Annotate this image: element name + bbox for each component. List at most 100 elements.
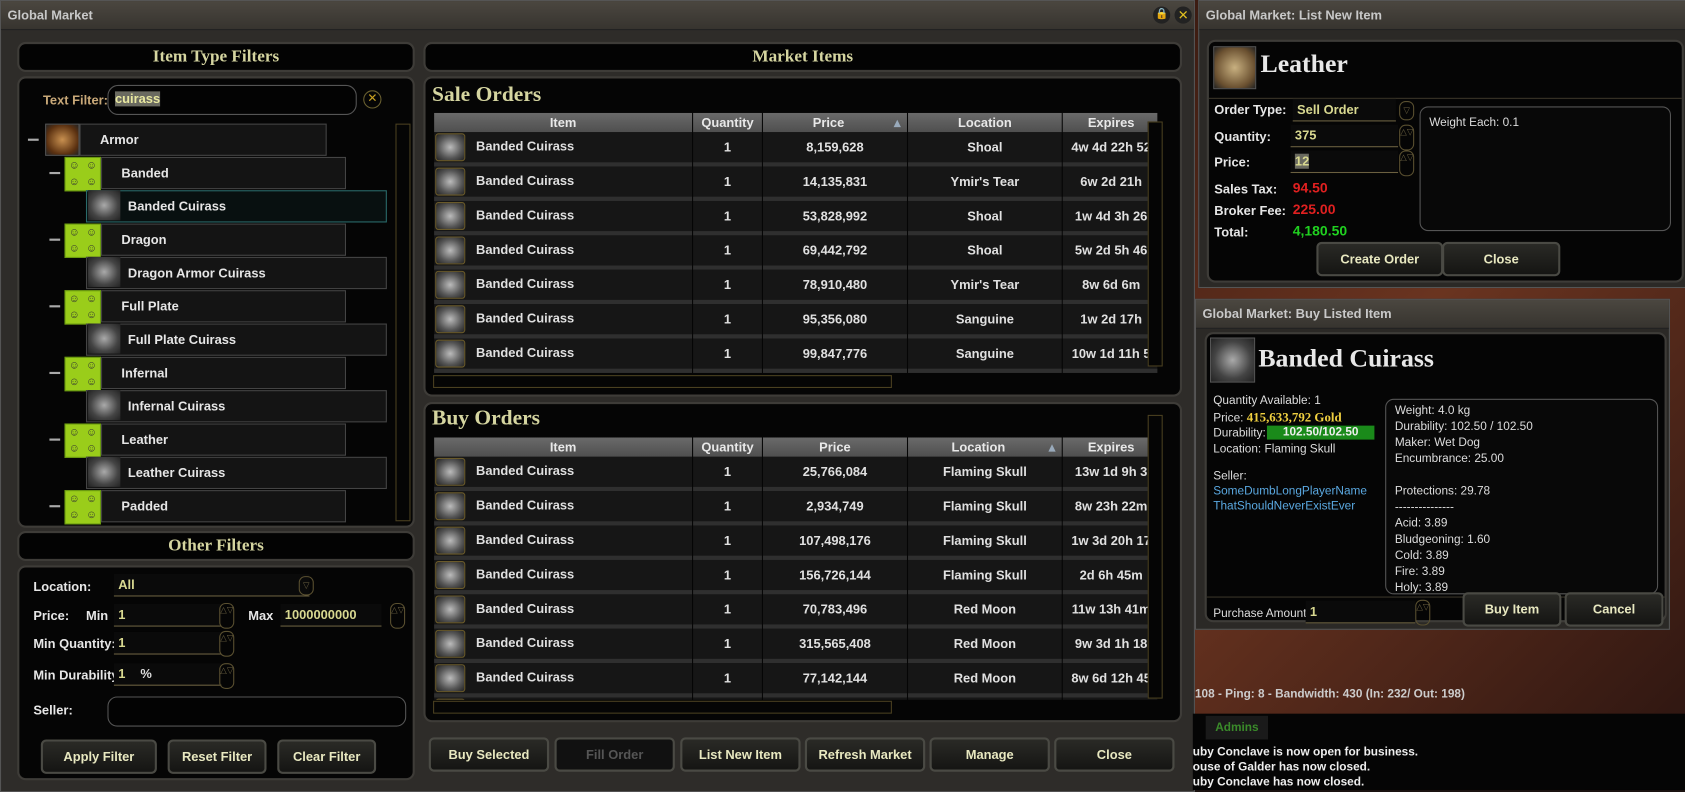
cell-location: Sanguine (908, 304, 1062, 339)
clear-filter-button[interactable]: Clear Filter (277, 739, 377, 774)
tree-item[interactable]: Leather (101, 423, 347, 456)
buy-item-button[interactable]: Buy Item (1462, 592, 1562, 627)
purchase-amount-stepper[interactable]: △▽ (1415, 599, 1431, 626)
tree-item[interactable]: Infernal Cuirass (85, 390, 387, 423)
table-row[interactable]: Banded Cuirass 1 99,847,776 Sanguine 10w 1d … (434, 338, 1158, 373)
cancel-button[interactable]: Cancel (1564, 592, 1664, 627)
tree-item[interactable]: Banded (101, 156, 347, 190)
tree-item[interactable]: Dragon (101, 223, 347, 256)
table-row[interactable]: Banded Cuirass 1 78,910,480 Ymir's Tear 8w 6… (434, 269, 1158, 305)
manage-button[interactable]: Manage (929, 737, 1050, 772)
table-row[interactable]: Banded Cuirass 1 8,159,628 Shoal 4w 4d 22h 5… (434, 132, 1158, 167)
collapse-icon[interactable] (49, 238, 61, 241)
apply-filter-button[interactable]: Apply Filter (40, 739, 157, 774)
column-header-price[interactable]: Price ▴ (762, 112, 907, 133)
collapse-icon[interactable] (49, 438, 61, 441)
price-min-input[interactable]: 1 (113, 604, 222, 627)
collapse-icon[interactable] (49, 171, 61, 175)
column-header-expires[interactable]: Expires (1062, 112, 1158, 133)
collapse-icon[interactable] (49, 371, 61, 375)
min-durability-stepper[interactable]: △▽ (219, 663, 235, 689)
column-header-location[interactable]: Location ▴ (908, 437, 1062, 457)
order-type-chevron-icon[interactable]: ▽ (1399, 101, 1415, 121)
tree-scrollbar[interactable] (395, 123, 411, 522)
tree-item[interactable]: Armor (79, 123, 327, 156)
min-quantity-input[interactable]: 1 (113, 631, 222, 655)
list-new-title-bar[interactable]: Global Market: List New Item (1199, 1, 1685, 31)
buy-selected-button[interactable]: Buy Selected (428, 737, 550, 772)
seller-name-link-continued[interactable]: ThatShouldNeverExistEver (1213, 500, 1355, 513)
fill-order-button[interactable]: Fill Order (554, 737, 675, 772)
cuirass-icon (435, 339, 466, 368)
seller-input[interactable] (107, 696, 407, 727)
tree-item[interactable]: Full Plate Cuirass (85, 323, 387, 356)
tree-item[interactable]: Banded Cuirass (85, 190, 387, 223)
create-order-button[interactable]: Create Order (1316, 241, 1444, 277)
table-row[interactable]: Banded Cuirass 1 95,356,080 Sanguine 1w 2d 1… (434, 304, 1158, 339)
price-stepper[interactable]: △▽ (1399, 150, 1415, 177)
seller-name-link[interactable]: SomeDumbLongPlayerName (1213, 485, 1367, 498)
tree-item[interactable]: Full Plate (101, 290, 347, 323)
table-row[interactable]: Banded Cuirass 1 14,135,831 Ymir's Tear 6w 2… (434, 166, 1158, 201)
table-row[interactable]: Banded Cuirass 1 107,498,176 Flaming Skull 1… (434, 525, 1158, 560)
tree-item[interactable]: Dragon Armor Cuirass (85, 256, 387, 290)
buy-orders-vscroll[interactable] (1147, 414, 1163, 699)
close-icon[interactable]: ✕ (1174, 6, 1192, 24)
location-dropdown-chevron-icon[interactable]: ▽ (298, 576, 314, 596)
table-row[interactable]: Banded Cuirass 1 2,934,749 Flaming Skull 8w … (434, 491, 1158, 526)
column-header-location[interactable]: Location (908, 112, 1062, 133)
column-header-expires[interactable]: Expires (1062, 437, 1158, 457)
lock-icon[interactable]: 🔒 (1153, 6, 1171, 24)
buy-orders-hscroll[interactable] (433, 700, 892, 714)
tree-item[interactable]: Infernal (101, 356, 347, 390)
table-row[interactable]: Banded Cuirass 1 156,726,144 Flaming Skull 2… (434, 559, 1158, 595)
table-row[interactable]: Banded Cuirass 1 315,565,408 Red Moon 9w 3d … (434, 628, 1158, 664)
table-row[interactable]: Banded Cuirass 1 69,442,792 Shoal 5w 2d 5h 4… (434, 235, 1158, 270)
order-type-dropdown[interactable]: Sell Order (1292, 98, 1396, 122)
cell-text: 99,847,776 (802, 346, 868, 362)
quantity-input[interactable]: 375 (1290, 124, 1399, 148)
stat-line: Weight: 4.0 kg (1394, 404, 1471, 418)
table-row[interactable]: Banded Cuirass1274,715,584Red Moon7w 4d … (434, 697, 1158, 700)
refresh-market-button[interactable]: Refresh Market (804, 737, 926, 772)
price-input[interactable]: 12 (1290, 150, 1399, 174)
price-max-stepper[interactable]: △▽ (390, 602, 406, 629)
column-header-price[interactable]: Price (762, 437, 907, 457)
buy-listed-title-bar[interactable]: Global Market: Buy Listed Item (1196, 299, 1669, 329)
min-durability-input[interactable]: 1% (113, 663, 222, 686)
leather-icon (1213, 46, 1257, 90)
price-min-stepper[interactable]: △▽ (219, 602, 235, 629)
chat-tab-admins[interactable]: Admins (1205, 715, 1269, 740)
clear-text-filter-icon[interactable]: ✕ (363, 90, 382, 109)
purchase-amount-input[interactable]: 1 (1305, 600, 1416, 624)
close-market-button[interactable]: Close (1054, 737, 1175, 772)
table-row[interactable]: Banded Cuirass 1 25,766,084 Flaming Skull 13… (434, 456, 1158, 492)
column-header-quantity[interactable]: Quantity (693, 437, 762, 457)
table-row[interactable]: Banded Cuirass 1 53,828,992 Shoal 1w 4d 3h 2… (434, 200, 1158, 236)
table-row[interactable]: Banded Cuirass 1 77,142,144 Red Moon 8w 6d 1… (434, 663, 1158, 698)
min-quantity-stepper[interactable]: △▽ (219, 630, 235, 657)
close-list-button[interactable]: Close (1442, 241, 1561, 277)
sale-orders-vscroll[interactable] (1147, 121, 1163, 367)
tree-item[interactable]: Leather Cuirass (85, 456, 387, 490)
collapse-icon[interactable] (27, 138, 39, 141)
text-filter-input[interactable]: cuirass (107, 84, 357, 116)
collapse-icon[interactable] (49, 505, 61, 508)
main-title-bar[interactable]: Global Market (1, 1, 1194, 31)
reset-filter-button[interactable]: Reset Filter (167, 739, 267, 774)
column-header-quantity[interactable]: Quantity (693, 112, 762, 133)
column-header-item[interactable]: Item (434, 437, 693, 457)
quantity-stepper[interactable]: △▽ (1399, 124, 1415, 151)
location-dropdown[interactable]: All (113, 573, 310, 597)
list-new-item-button[interactable]: List New Item (680, 737, 801, 772)
global-market-window: Global Market 🔒 ✕ Item Type Filters Text… (0, 0, 1195, 792)
collapse-icon[interactable] (49, 305, 61, 308)
price-max-input[interactable]: 1000000000 (280, 604, 382, 627)
cell-quantity: 1 (693, 594, 762, 629)
tree-item[interactable]: Padded (101, 490, 347, 523)
sale-orders-hscroll[interactable] (433, 375, 892, 389)
cuirass-icon (435, 305, 466, 334)
column-header-item[interactable]: Item (434, 112, 693, 133)
stat-line: Encumbrance: 25.00 (1394, 452, 1504, 466)
table-row[interactable]: Banded Cuirass 1 70,783,496 Red Moon 11w 13h… (434, 594, 1158, 629)
